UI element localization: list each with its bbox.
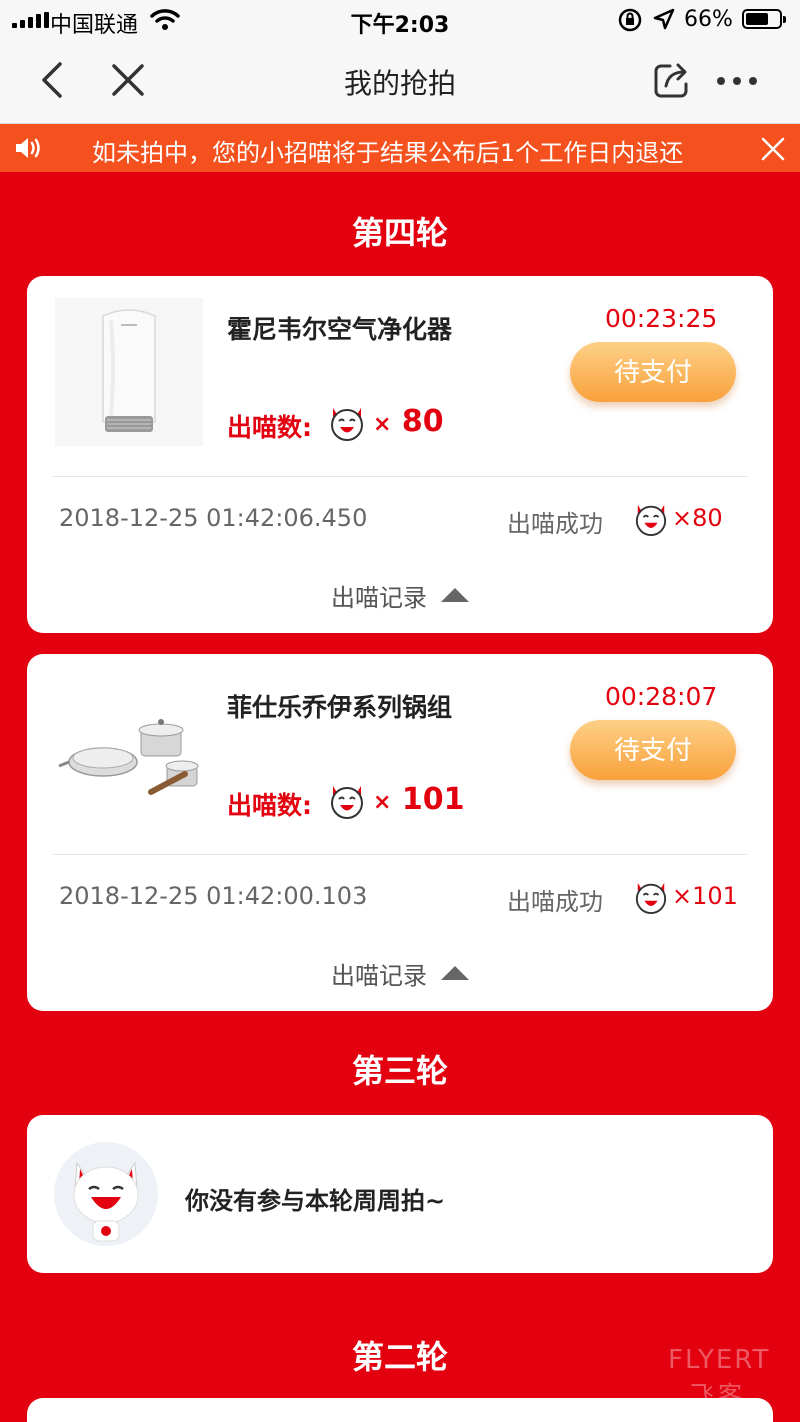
cookware-set-image: [55, 676, 203, 824]
bid-number: 80: [401, 404, 444, 439]
bid-count: × 101: [373, 782, 465, 817]
notice-bar: 如未拍中，您的小招喵将于结果公布后1个工作日内退还: [0, 124, 800, 172]
mascot-avatar: [54, 1142, 158, 1246]
auction-card: 菲仕乐乔伊系列锅组 00:28:07 待支付 出喵数: × 101 2018-1…: [27, 654, 773, 1011]
battery-percent: 66%: [684, 7, 733, 32]
bid-record-toggle[interactable]: 出喵记录: [27, 956, 773, 991]
cat-coin-icon: [635, 882, 667, 914]
product-name: 霍尼韦尔空气净化器: [227, 315, 453, 344]
more-icon[interactable]: [714, 66, 760, 96]
status-count: ×101: [672, 882, 738, 910]
bid-record-label: 出喵记录: [331, 584, 427, 612]
round-title: 第三轮: [351, 1052, 448, 1090]
share-icon[interactable]: [652, 60, 692, 100]
pay-button[interactable]: 待支付: [570, 720, 736, 780]
watermark: FLYERT 飞客: [668, 1345, 770, 1410]
bid-status: 出喵成功: [507, 510, 603, 538]
bid-timestamp: 2018-12-25 01:42:06.450: [59, 504, 368, 532]
watermark-line1: FLYERT: [668, 1345, 771, 1375]
multiply-sign: ×: [373, 412, 392, 437]
divider: [53, 854, 747, 855]
bid-label: 出喵数:: [227, 413, 312, 442]
notice-text: 如未拍中，您的小招喵将于结果公布后1个工作日内退还: [92, 139, 684, 167]
clock: 下午2:03: [350, 13, 450, 38]
cat-coin-icon: [331, 408, 363, 441]
round-empty-card: 你没有参与本轮周周拍~: [27, 1115, 773, 1273]
multiply-sign: ×: [373, 790, 392, 815]
divider: [53, 476, 747, 477]
triangle-up-icon: [441, 588, 469, 602]
bid-record-label: 出喵记录: [331, 962, 427, 990]
cat-coin-icon: [331, 786, 363, 819]
triangle-up-icon: [441, 966, 469, 980]
cat-coin-icon: [635, 504, 667, 536]
bid-timestamp: 2018-12-25 01:42:00.103: [59, 882, 368, 910]
bid-count: × 80: [373, 404, 444, 439]
bid-label: 出喵数:: [227, 791, 312, 820]
close-notice-icon[interactable]: [758, 134, 788, 164]
location-icon: [653, 8, 675, 30]
speaker-icon: [16, 138, 40, 158]
rotation-lock-icon: [618, 8, 642, 32]
countdown-timer: 00:23:25: [605, 304, 718, 333]
watermark-line2: 飞客: [690, 1381, 746, 1409]
pay-button[interactable]: 待支付: [570, 342, 736, 402]
bid-status: 出喵成功: [507, 888, 603, 916]
status-count: ×80: [672, 504, 723, 532]
no-participation-message: 你没有参与本轮周周拍~: [185, 1187, 446, 1215]
product-name: 菲仕乐乔伊系列锅组: [227, 693, 453, 722]
navigation-bar: 我的抢拍: [0, 40, 800, 124]
round-card-partial: [27, 1398, 773, 1422]
round-title: 第四轮: [351, 214, 448, 252]
countdown-timer: 00:28:07: [605, 682, 718, 711]
bid-number: 101: [401, 782, 465, 817]
air-purifier-image: [55, 298, 203, 446]
bid-record-toggle[interactable]: 出喵记录: [27, 578, 773, 613]
auction-card: 霍尼韦尔空气净化器 00:23:25 待支付 出喵数: × 80 2018-12…: [27, 276, 773, 633]
status-bar: 中国联通 下午2:03 66%: [0, 0, 800, 40]
battery-icon: [742, 9, 786, 29]
